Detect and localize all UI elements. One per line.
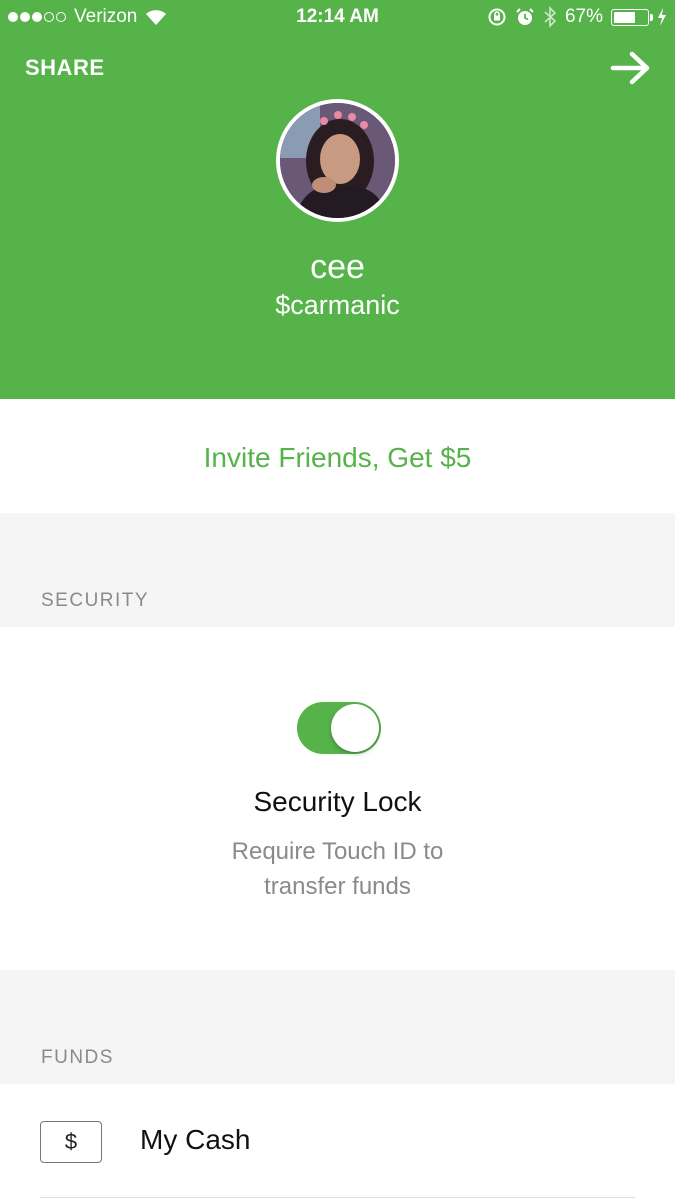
status-bar: Verizon 12:14 AM 67% bbox=[0, 0, 675, 36]
cash-icon: $ bbox=[40, 1121, 102, 1163]
share-button[interactable]: SHARE bbox=[25, 55, 105, 81]
battery-fill bbox=[614, 11, 636, 23]
orientation-lock-icon bbox=[488, 8, 506, 26]
alarm-icon bbox=[516, 8, 534, 25]
status-right: 67% bbox=[479, 6, 667, 28]
cashtag: $carmanic bbox=[275, 290, 400, 320]
invite-friends-link[interactable]: Invite Friends, Get $5 bbox=[0, 442, 675, 474]
funds-section-label: FUNDS bbox=[41, 1047, 114, 1068]
security-lock-title: Security Lock bbox=[253, 786, 422, 817]
bluetooth-icon bbox=[544, 6, 557, 28]
battery-percent: 67% bbox=[564, 6, 603, 27]
description-line: transfer funds bbox=[264, 873, 411, 900]
battery-tip bbox=[650, 13, 653, 21]
charging-bolt-icon bbox=[658, 8, 666, 26]
forward-arrow-icon[interactable] bbox=[610, 50, 652, 86]
security-lock-toggle[interactable] bbox=[297, 702, 381, 754]
display-name: cee bbox=[310, 248, 365, 286]
security-section-label: SECURITY bbox=[41, 590, 150, 611]
profile-header: Verizon 12:14 AM 67% SHARE cee $carmanic bbox=[0, 0, 675, 399]
toggle-knob bbox=[331, 704, 379, 752]
description-line: Require Touch ID to bbox=[231, 838, 444, 865]
battery-icon bbox=[611, 8, 653, 26]
divider bbox=[40, 1197, 635, 1198]
my-cash-label[interactable]: My Cash bbox=[140, 1124, 250, 1156]
security-lock-description: Require Touch ID to transfer funds bbox=[0, 834, 675, 904]
avatar[interactable] bbox=[276, 99, 399, 222]
profile-photo bbox=[280, 103, 395, 218]
